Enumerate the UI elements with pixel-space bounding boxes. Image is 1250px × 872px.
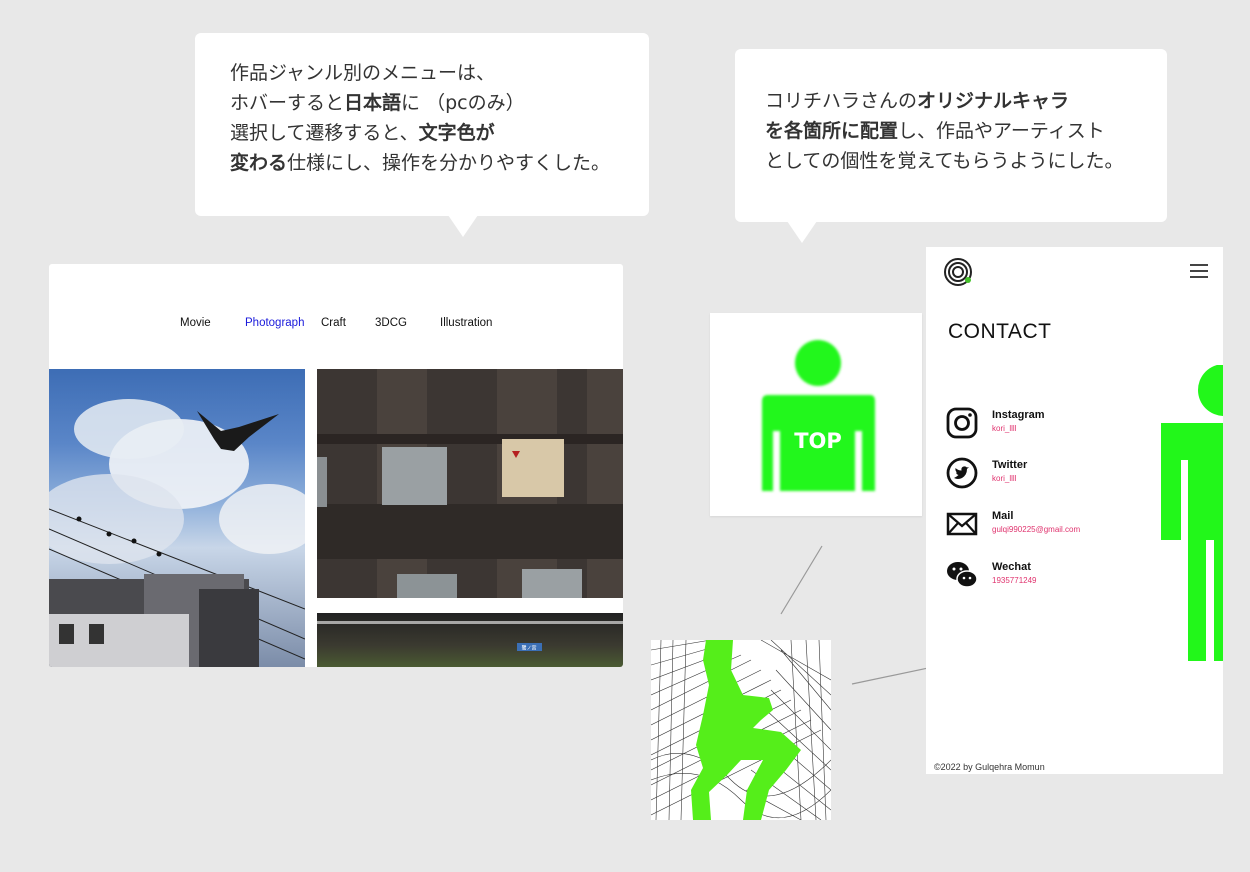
top-character-image: TOP bbox=[762, 340, 875, 491]
nav-item-photograph[interactable]: Photograph bbox=[245, 317, 304, 329]
callout-line: としての個性を覚えてもらうようにした。 bbox=[765, 150, 1124, 172]
callout-character-note: コリチハラさんのオリジナルキャラ を各箇所に配置し、作品やアーティスト としての… bbox=[735, 49, 1167, 243]
copyright-text: ©2022 by Gulqehra Momun bbox=[934, 762, 1045, 772]
contact-name: Instagram bbox=[992, 409, 1045, 421]
instagram-icon bbox=[946, 407, 978, 439]
callout-line: 変わる仕様にし、操作を分かりやすくした。 bbox=[230, 152, 611, 174]
contact-value[interactable]: 1935771249 bbox=[992, 576, 1037, 585]
photo-sky-pigeon[interactable] bbox=[49, 369, 305, 667]
top-button-character-card[interactable]: TOP bbox=[710, 313, 922, 516]
photo-train-station[interactable]: 鷺ノ宮 bbox=[317, 613, 623, 667]
connector-line-top bbox=[780, 545, 823, 615]
photo-building-windows[interactable] bbox=[317, 369, 623, 598]
callout-line: を各箇所に配置し、作品やアーティスト bbox=[765, 120, 1105, 142]
contact-name: Twitter bbox=[992, 459, 1028, 471]
contact-value[interactable]: gulqi990225@gmail.com bbox=[992, 525, 1080, 534]
contact-row-wechat[interactable]: Wechat 1935771249 bbox=[946, 559, 1146, 599]
nav-item-craft[interactable]: Craft bbox=[321, 317, 346, 329]
genre-nav: Movie Photograph Craft 3DCG Illustration bbox=[49, 317, 623, 337]
contact-page-mockup: CONTACT Instagram kori_llll Twitter kori… bbox=[926, 247, 1223, 774]
station-sign-text: 鷺ノ宮 bbox=[521, 645, 536, 652]
photo-train-image: 鷺ノ宮 bbox=[317, 621, 623, 652]
photo-sky-pigeon-image bbox=[49, 399, 305, 667]
spiral-logo-icon[interactable] bbox=[944, 258, 974, 292]
contact-value[interactable]: kori_llll bbox=[992, 474, 1016, 483]
top-label: TOP bbox=[794, 429, 842, 453]
callout-line: 作品ジャンル別のメニューは、 bbox=[230, 62, 496, 84]
sketch-image bbox=[651, 640, 831, 820]
mail-icon bbox=[946, 512, 978, 536]
contact-row-instagram[interactable]: Instagram kori_llll bbox=[946, 407, 1146, 447]
nav-item-movie[interactable]: Movie bbox=[180, 317, 211, 329]
contact-row-mail[interactable]: Mail gulqi990225@gmail.com bbox=[946, 508, 1146, 548]
callout-line: ホバーすると日本語に （pcのみ） bbox=[230, 92, 525, 114]
callout-line: 選択して遷移すると、文字色が bbox=[230, 122, 495, 144]
contact-name: Wechat bbox=[992, 561, 1031, 573]
photo-building-image bbox=[317, 369, 623, 598]
contact-row-twitter[interactable]: Twitter kori_llll bbox=[946, 457, 1146, 497]
wechat-icon bbox=[947, 562, 978, 588]
callout-menu-note: 作品ジャンル別のメニューは、 ホバーすると日本語に （pcのみ） 選択して遷移す… bbox=[195, 33, 649, 237]
contact-name: Mail bbox=[992, 510, 1014, 522]
hamburger-menu-icon[interactable] bbox=[1190, 264, 1208, 280]
callout-tail bbox=[787, 221, 817, 243]
contact-value[interactable]: kori_llll bbox=[992, 424, 1016, 433]
nav-item-3dcg[interactable]: 3DCG bbox=[375, 317, 407, 329]
callout-line: コリチハラさんのオリジナルキャラ bbox=[765, 90, 1070, 112]
twitter-icon bbox=[946, 457, 978, 489]
callout-tail bbox=[448, 215, 478, 237]
contact-page-title: CONTACT bbox=[948, 320, 1052, 343]
character-sketch-illustration bbox=[651, 640, 831, 820]
gallery-page-mockup: Movie Photograph Craft 3DCG Illustration bbox=[49, 264, 623, 667]
nav-item-illustration[interactable]: Illustration bbox=[440, 317, 492, 329]
green-character-figure bbox=[1161, 365, 1223, 661]
